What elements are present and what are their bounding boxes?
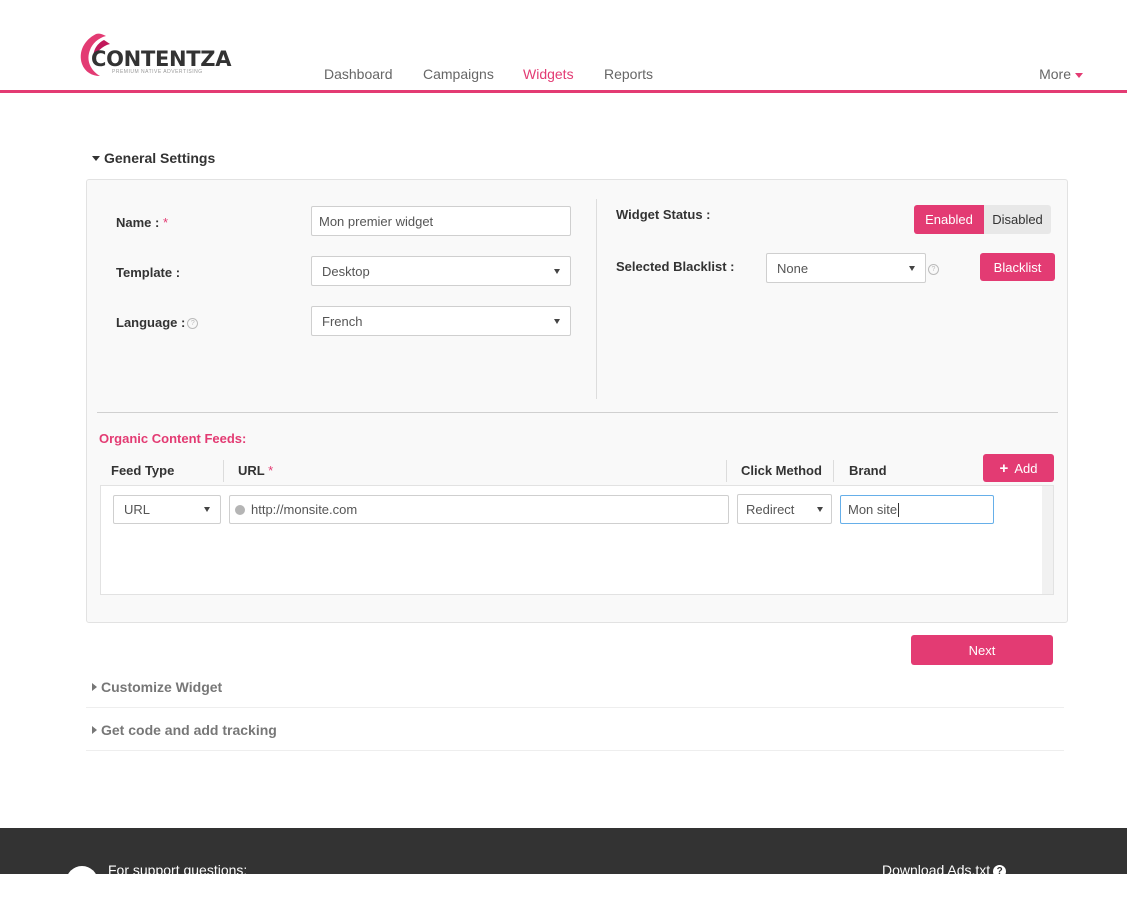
blacklist-select-value: None	[777, 260, 809, 276]
header-feed-type: Feed Type	[111, 463, 175, 478]
feed-type-value: URL	[124, 502, 151, 517]
column-divider	[596, 199, 597, 399]
logo[interactable]: CONTENTZA PREMIUM NATIVE ADVERTISING	[76, 30, 232, 80]
required-asterisk: *	[162, 215, 169, 230]
template-select-value: Desktop	[322, 263, 370, 279]
nav-campaigns[interactable]: Campaigns	[423, 66, 494, 82]
triangle-right-icon	[92, 726, 97, 735]
language-select-value: French	[322, 313, 363, 329]
triangle-right-icon	[92, 683, 97, 692]
click-method-select[interactable]: Redirect	[737, 494, 832, 524]
help-icon[interactable]: ?	[187, 318, 199, 330]
nav-more-label: More	[1039, 66, 1071, 82]
header-url: URL *	[238, 463, 273, 478]
status-disabled-button[interactable]: Disabled	[984, 205, 1051, 234]
chevron-down-icon	[204, 507, 210, 512]
brand-input-value: Mon site	[848, 502, 898, 517]
header-click-method: Click Method	[741, 463, 822, 478]
header-url-text: URL	[238, 463, 265, 478]
feed-url-value: http://monsite.com	[251, 502, 358, 517]
general-settings-title: General Settings	[104, 150, 216, 166]
header-brand: Brand	[849, 463, 887, 478]
name-input[interactable]: Mon premier widget	[311, 206, 571, 236]
nav-widgets[interactable]: Widgets	[523, 66, 574, 82]
section-divider	[86, 707, 1064, 708]
customize-widget-toggle[interactable]: Customize Widget	[92, 679, 222, 695]
download-ads-txt-label: Download Ads.txt	[882, 862, 991, 878]
required-asterisk: *	[268, 463, 274, 478]
template-select[interactable]: Desktop	[311, 256, 571, 286]
logo-tagline: PREMIUM NATIVE ADVERTISING	[112, 69, 203, 75]
language-label-text: Language :	[116, 315, 186, 330]
brand-input[interactable]: Mon site	[840, 495, 994, 524]
customize-widget-title: Customize Widget	[101, 679, 223, 695]
chevron-down-icon	[554, 268, 560, 274]
chevron-down-icon	[817, 506, 823, 512]
blacklist-select[interactable]: None	[766, 253, 926, 283]
header-separator	[223, 460, 224, 482]
feeds-title: Organic Content Feeds:	[99, 431, 247, 446]
help-icon[interactable]: ?	[928, 264, 939, 275]
header-divider	[0, 90, 1127, 93]
language-select[interactable]: French	[311, 306, 571, 336]
feed-scrollbar[interactable]	[1042, 486, 1053, 594]
next-button[interactable]: Next	[911, 635, 1053, 665]
widget-status-toggle: Enabled Disabled	[914, 205, 1051, 234]
name-input-value: Mon premier widget	[319, 213, 434, 229]
add-feed-label: Add	[1014, 460, 1038, 476]
get-code-toggle[interactable]: Get code and add tracking	[92, 722, 277, 738]
general-settings-toggle[interactable]: General Settings	[92, 150, 215, 166]
question-icon: ?	[993, 864, 1007, 878]
section-divider	[86, 750, 1064, 751]
status-enabled-button[interactable]: Enabled	[914, 205, 984, 234]
footer-support-text: For support questions:	[108, 862, 248, 878]
template-label: Template :	[116, 265, 181, 280]
text-cursor	[898, 502, 900, 517]
chevron-down-icon	[909, 265, 915, 271]
globe-icon	[235, 504, 245, 515]
header-separator	[726, 460, 727, 482]
blacklist-button[interactable]: Blacklist	[980, 253, 1055, 281]
name-label: Name : *	[116, 215, 168, 230]
click-method-value: Redirect	[746, 501, 795, 517]
feed-url-input[interactable]: http://monsite.com	[229, 495, 729, 524]
blacklist-label: Selected Blacklist :	[616, 259, 735, 274]
add-feed-button[interactable]: + Add	[983, 454, 1054, 482]
logo-text: CONTENTZA	[91, 47, 232, 71]
nav-more[interactable]: More	[1039, 66, 1083, 82]
name-label-text: Name :	[116, 215, 160, 230]
nav-dashboard[interactable]: Dashboard	[324, 66, 393, 82]
plus-icon: +	[999, 459, 1009, 477]
get-code-title: Get code and add tracking	[101, 722, 277, 738]
widget-status-label: Widget Status :	[616, 207, 711, 222]
language-label: Language :?	[116, 315, 199, 330]
download-ads-txt-link[interactable]: Download Ads.txt?	[882, 862, 1007, 878]
caret-down-icon	[1075, 72, 1083, 78]
nav-reports[interactable]: Reports	[604, 66, 653, 82]
feed-type-select[interactable]: URL	[113, 495, 221, 524]
support-icon	[66, 866, 98, 898]
triangle-down-icon	[92, 155, 100, 161]
header-separator	[833, 460, 834, 482]
panel-divider	[97, 412, 1058, 413]
chevron-down-icon	[554, 318, 560, 324]
